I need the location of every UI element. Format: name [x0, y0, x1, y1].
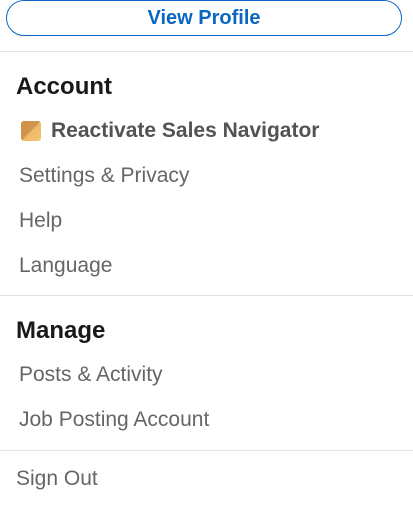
divider [0, 51, 413, 52]
menu-item-label: Reactivate Sales Navigator [51, 119, 320, 142]
menu-item-posts-activity[interactable]: Posts & Activity [19, 363, 163, 387]
menu-item-language[interactable]: Language [19, 254, 112, 278]
menu-item-settings-privacy[interactable]: Settings & Privacy [19, 164, 189, 188]
account-section-title: Account [16, 73, 112, 100]
premium-icon [21, 121, 41, 141]
menu-item-reactivate-sales-navigator[interactable]: Reactivate Sales Navigator [21, 119, 319, 143]
divider [0, 450, 413, 451]
view-profile-button[interactable]: View Profile [6, 0, 402, 36]
menu-item-job-posting-account[interactable]: Job Posting Account [19, 408, 209, 432]
divider [0, 295, 413, 296]
sign-out-button[interactable]: Sign Out [16, 467, 98, 491]
menu-item-help[interactable]: Help [19, 209, 62, 233]
manage-section-title: Manage [16, 317, 106, 344]
profile-dropdown-menu: View Profile Account Reactivate Sales Na… [0, 0, 413, 506]
